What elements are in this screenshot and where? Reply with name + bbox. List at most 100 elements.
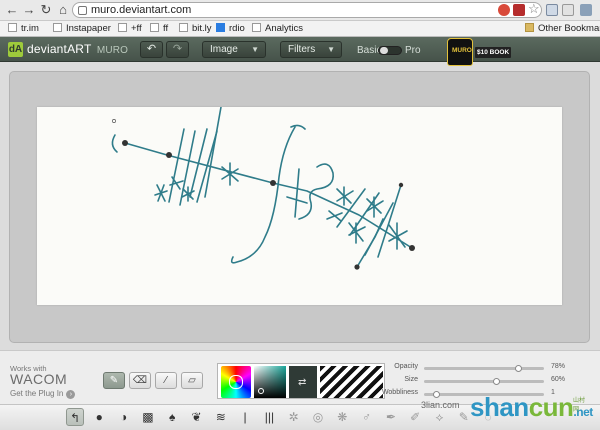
page-icon	[78, 6, 87, 15]
stroke-sparkle	[154, 184, 168, 202]
bookmark-icon	[53, 23, 62, 32]
slider-label: Size	[404, 376, 418, 383]
canvas-drawing	[111, 107, 415, 270]
bookmark-icon	[252, 23, 261, 32]
stroke-sparkle	[326, 210, 343, 222]
brush-5-button[interactable]: ♠	[163, 408, 181, 426]
back-arrow-icon[interactable]: ←	[4, 2, 20, 18]
star-icon[interactable]: ☆	[528, 1, 540, 17]
swap-icon: ⇄	[298, 377, 307, 388]
marker-tool-button[interactable]: ▱	[181, 372, 203, 389]
stop-icon[interactable]	[498, 4, 510, 16]
filters-menu[interactable]: Filters ▼	[280, 41, 342, 58]
stroke-cross	[286, 168, 308, 218]
texture-swatch[interactable]	[320, 366, 383, 398]
page-menu-icon[interactable]	[546, 4, 558, 16]
brush-12-button[interactable]: ❋	[333, 408, 351, 426]
current-color-swatch[interactable]: ⇄	[289, 366, 317, 398]
brush-11-button[interactable]: ◎	[309, 408, 327, 426]
brush-15-button[interactable]: ✐	[406, 408, 424, 426]
brush-3-button[interactable]: ◑	[115, 408, 133, 426]
brush-2-button[interactable]: ●	[90, 408, 108, 426]
slider-knob[interactable]	[433, 391, 440, 398]
stroke-tail	[356, 218, 384, 268]
stroke-hatch	[196, 130, 218, 203]
opacity-slider[interactable]: Opacity 78%	[388, 363, 598, 375]
slider-track[interactable]	[424, 378, 544, 385]
wacom-logo: WACOM	[10, 371, 68, 387]
stroke-center-curve	[230, 126, 296, 264]
folder-icon	[525, 23, 534, 32]
slider-knob[interactable]	[493, 378, 500, 385]
promo-badge[interactable]: MURO $10 BOOK	[447, 38, 513, 68]
wrench-icon[interactable]	[562, 4, 574, 16]
anchor-point	[409, 245, 415, 251]
brush-1-button[interactable]: ↰	[66, 408, 84, 426]
drawing-canvas[interactable]	[37, 107, 562, 305]
brush-16-button[interactable]: ⟡	[431, 408, 449, 426]
deviantart-logo-icon: dA	[8, 42, 23, 57]
url-text: muro.deviantart.com	[91, 4, 192, 16]
mode-toggle[interactable]	[378, 46, 402, 55]
undo-button[interactable]: ↶	[140, 41, 163, 58]
muro-window: ← → ↻ ⌂ muro.deviantart.com ☆ tr.im Inst…	[0, 0, 600, 430]
mode-pro-label: Pro	[405, 45, 421, 56]
anchor-point	[166, 152, 172, 158]
brush-6-button[interactable]: ❦	[188, 408, 206, 426]
reload-icon[interactable]: ↻	[38, 2, 54, 18]
brush-10-button[interactable]: ✲	[285, 408, 303, 426]
stroke-curl-left	[111, 134, 118, 153]
eyedropper-tool-button[interactable]: ⁄	[155, 372, 177, 389]
extension-icon-2[interactable]	[580, 4, 592, 16]
pencil-tool-button[interactable]: ✎	[103, 372, 125, 389]
stroke-center-hook	[290, 124, 306, 130]
anchor-point	[398, 182, 404, 188]
app-brand: deviantART MURO	[27, 42, 129, 56]
bookmark-instapaper[interactable]: Instapaper	[53, 23, 111, 34]
tshirt-icon: MURO	[447, 38, 473, 66]
brush-8-button[interactable]: |	[236, 408, 254, 426]
bookmark-analytics[interactable]: Analytics	[252, 23, 303, 34]
bookmark-rdio[interactable]: rdio	[216, 23, 245, 34]
home-icon[interactable]: ⌂	[55, 2, 71, 18]
cursor-point	[112, 119, 116, 123]
eraser-tool-button[interactable]: ⌫	[129, 372, 151, 389]
color-wheel-picker[interactable]	[221, 366, 251, 398]
slider-label: Opacity	[394, 363, 418, 370]
redo-button[interactable]: ↷	[166, 41, 189, 58]
size-slider[interactable]: Size 60%	[388, 376, 598, 388]
bookmark-bitly[interactable]: bit.ly	[179, 23, 212, 34]
brush-14-button[interactable]: ✒	[382, 408, 400, 426]
other-bookmarks[interactable]: Other Bookmarks	[525, 23, 600, 34]
shade-picker[interactable]	[254, 366, 286, 398]
slider-knob[interactable]	[514, 365, 522, 372]
bookmark-icon	[118, 23, 127, 32]
stroke-hatch	[168, 128, 185, 203]
bookmark-icon	[179, 23, 188, 32]
arrow-right-icon: ›	[66, 390, 76, 399]
bookmark-icon	[8, 23, 17, 32]
bookmark-icon	[216, 23, 225, 32]
shade-cursor	[258, 388, 264, 394]
stroke-hatch	[204, 107, 222, 198]
anchor-point	[354, 264, 360, 270]
bookmark-trim[interactable]: tr.im	[8, 23, 39, 34]
image-menu[interactable]: Image ▼	[202, 41, 266, 58]
brush-9-button[interactable]: |||	[260, 408, 278, 426]
forward-arrow-icon[interactable]: →	[21, 2, 37, 18]
slider-track[interactable]	[424, 365, 544, 372]
stroke-sparkle	[336, 186, 354, 206]
anchor-point	[270, 180, 276, 186]
brush-13-button[interactable]: ♂	[358, 408, 376, 426]
slider-value: 60%	[551, 376, 566, 383]
watermark-text: 3lian.com	[421, 400, 460, 410]
wacom-plugin-link[interactable]: Get the Plug In ›	[10, 389, 76, 399]
chevron-down-icon: ▼	[251, 45, 259, 54]
bookmark-plusff[interactable]: +ff	[118, 23, 142, 34]
brush-4-button[interactable]: ▩	[139, 408, 157, 426]
bookmark-ff[interactable]: ff	[150, 23, 168, 34]
stroke-s-curve	[298, 163, 334, 220]
address-bar[interactable]: muro.deviantart.com	[72, 2, 542, 18]
extension-icon[interactable]	[513, 4, 525, 16]
brush-7-button[interactable]: ≋	[212, 408, 230, 426]
